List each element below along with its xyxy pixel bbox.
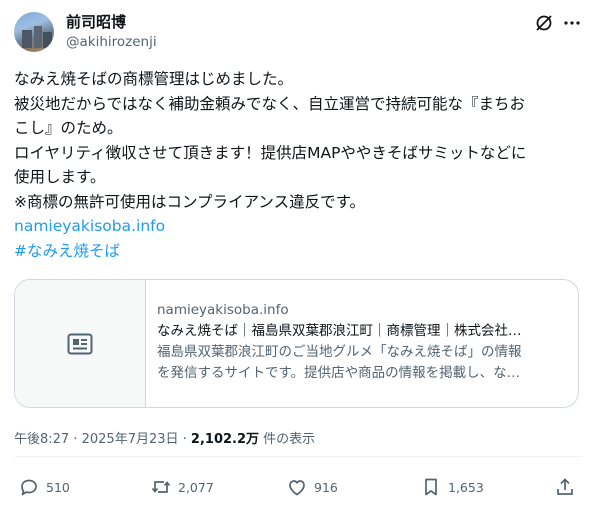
reply-button[interactable]: 510 xyxy=(18,476,70,498)
tweet-link[interactable]: namieyakisoba.info xyxy=(14,214,584,239)
grok-icon[interactable] xyxy=(533,12,555,34)
repost-icon xyxy=(151,481,171,493)
like-button[interactable]: 916 xyxy=(286,476,338,498)
tweet-text: なみえ焼そばの商標管理はじめました。 被災地だからではなく補助金頼みでなく、自立… xyxy=(14,67,584,263)
reply-icon xyxy=(21,479,37,496)
tweet-line: 被災地だからではなく補助金頼みでなく、自立運営で持続可能な『まちお xyxy=(14,94,526,113)
share-button[interactable] xyxy=(554,476,582,498)
repost-count: 2,077 xyxy=(178,479,214,495)
view-count: 2,102.2万 xyxy=(190,432,260,447)
card-title: なみえ焼そば｜福島県双葉郡浪江町｜商標管理｜株式会社… xyxy=(157,323,522,339)
more-icon[interactable] xyxy=(561,12,583,34)
article-icon xyxy=(15,280,146,407)
card-description: 福島県双葉郡浪江町のご当地グルメ「なみえ焼そば」の情報 xyxy=(157,344,522,360)
bookmark-icon xyxy=(425,478,437,496)
reply-count: 510 xyxy=(46,479,70,495)
heart-icon xyxy=(289,480,305,496)
tweet-hashtag[interactable]: #なみえ焼そば xyxy=(14,239,584,264)
meta-separator: · xyxy=(69,432,82,447)
bookmark-button[interactable]: 1,653 xyxy=(420,476,484,498)
avatar[interactable] xyxy=(14,12,54,52)
tweet-line: ※商標の無許可使用はコンプライアンス違反です。 xyxy=(14,192,366,211)
meta-separator: · xyxy=(178,432,191,447)
card-domain: namieyakisoba.info xyxy=(157,302,289,318)
tweet-line: こし』のため。 xyxy=(14,119,123,137)
tweet-line: ロイヤリティ徴収させて頂きます！提供店MAPややきそばサミットなどに xyxy=(14,143,527,162)
tweet-line: なみえ焼そばの商標管理はじめました。 xyxy=(14,70,294,88)
tweet-time[interactable]: 午後8:27 xyxy=(14,432,69,447)
share-icon xyxy=(557,478,573,495)
author-name[interactable]: 前司昭博 xyxy=(66,12,126,32)
repost-button[interactable]: 2,077 xyxy=(150,476,214,498)
view-label: 件の表示 xyxy=(259,432,316,447)
bookmark-count: 1,653 xyxy=(448,479,484,495)
tweet-line: 使用します。 xyxy=(14,168,106,186)
like-count: 916 xyxy=(314,479,338,495)
link-card[interactable]: namieyakisoba.info なみえ焼そば｜福島県双葉郡浪江町｜商標管理… xyxy=(14,279,579,408)
tweet-meta: 午後8:27 · 2025年7月23日 · 2,102.2万 件の表示 xyxy=(14,428,315,447)
divider xyxy=(14,456,582,457)
card-description: を発信するサイトです。提供店や商品の情報を掲載し、な… xyxy=(157,365,521,381)
tweet-date[interactable]: 2025年7月23日 xyxy=(82,432,179,447)
author-handle[interactable]: @akihirozenji xyxy=(66,33,157,51)
